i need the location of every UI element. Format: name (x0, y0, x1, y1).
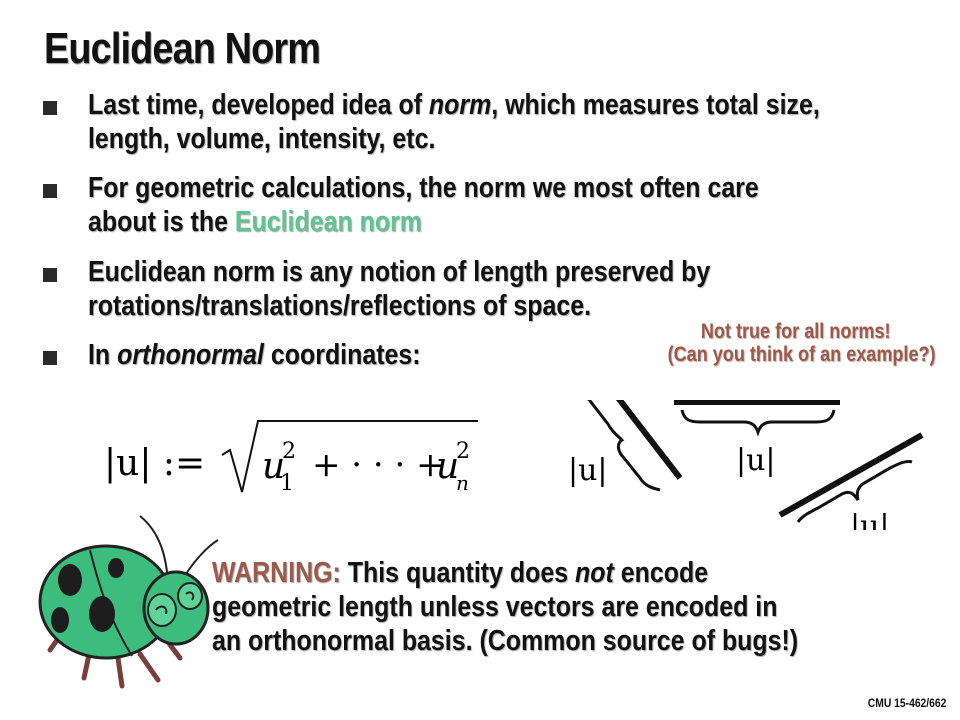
vector-label-diagonal: |u| (568, 453, 608, 488)
formula-sup-last: 2 (456, 439, 470, 464)
bullet-geometric-calc: For geometric calculations, the norm we … (40, 171, 868, 239)
brace-horizontal (680, 409, 836, 437)
bullet-line: length, volume, intensity, etc. (88, 123, 436, 155)
bullet-line: Last time, developed idea of norm, which… (88, 89, 820, 121)
bullet-orthonormal: In orthonormal coordinates: (40, 338, 475, 372)
course-footer: CMU 15-462/662 (867, 696, 946, 710)
euclidean-norm-highlight: Euclidean norm (234, 206, 422, 238)
vector-label-rising: |u| (850, 509, 890, 530)
norms-note: Not true for all norms! (Can you think o… (668, 320, 936, 366)
bullet-line: rotations/translations/reflections of sp… (88, 290, 592, 322)
warning-line: WARNING: This quantity does not encode (212, 557, 709, 589)
bullet-square-icon (43, 101, 57, 115)
ladybug-illustration (38, 515, 219, 689)
vector-segment-rising (778, 432, 924, 518)
vector-label-horizontal: |u| (736, 443, 776, 478)
bullet-line: about is the Euclidean norm (88, 206, 422, 238)
formula-ops: + · · · + (312, 445, 445, 485)
slide-title: Euclidean Norm (44, 24, 321, 73)
formula-sup-first: 2 (282, 439, 296, 464)
warning-label: WARNING: (212, 557, 341, 589)
formula-lhs: |u| := (104, 443, 205, 484)
warning-callout: WARNING: This quantity does not encode g… (212, 556, 894, 658)
bullet-line: For geometric calculations, the norm we … (88, 172, 759, 204)
bullet-square-icon (43, 184, 57, 198)
warning-line: geometric length unless vectors are enco… (212, 591, 778, 623)
bullet-norm-idea: Last time, developed idea of norm, which… (40, 88, 939, 156)
bullet-square-icon (43, 351, 57, 365)
formula-sub-first: 1 (280, 471, 294, 496)
bullet-line: Euclidean norm is any notion of length p… (88, 256, 711, 288)
bullet-length-preserved: Euclidean norm is any notion of length p… (40, 255, 812, 323)
formula-sub-last: n (456, 471, 469, 495)
bullet-square-icon (43, 268, 57, 282)
bullet-line: In orthonormal coordinates: (88, 339, 421, 371)
warning-line: an orthonormal basis. (Common source of … (212, 625, 799, 657)
